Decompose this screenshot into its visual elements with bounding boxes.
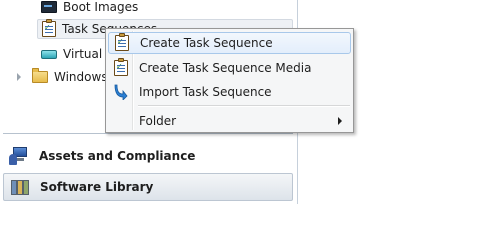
menu-item-label: Create Task Sequence	[140, 36, 273, 50]
tree-item-boot-images[interactable]: Boot Images	[41, 0, 138, 17]
workspace-label: Assets and Compliance	[39, 149, 196, 163]
menu-item-label: Create Task Sequence Media	[139, 61, 312, 75]
menu-item-label: Folder	[139, 114, 177, 128]
context-menu: ✓ Create Task Sequence ✓ Create Task Seq…	[105, 28, 354, 133]
menu-separator	[138, 105, 350, 107]
workspace-divider	[3, 133, 293, 134]
menu-item-create-task-sequence-media[interactable]: ✓ Create Task Sequence Media	[108, 57, 351, 79]
console-window: Boot Images ✓ Task Sequences Virtual Har…	[0, 0, 494, 204]
workspace-software-library[interactable]: Software Library	[3, 173, 293, 201]
virtual-hard-disk-icon	[41, 49, 57, 59]
menu-item-create-task-sequence[interactable]: ✓ Create Task Sequence	[108, 32, 351, 54]
submenu-arrow-icon	[338, 117, 342, 125]
workspace-assets-and-compliance[interactable]: Assets and Compliance	[3, 142, 293, 170]
folder-icon	[32, 68, 48, 83]
task-sequence-icon: ✓	[42, 19, 56, 37]
assets-and-compliance-icon	[9, 146, 31, 166]
import-arrow-icon	[114, 84, 128, 100]
tree-item-label: Boot Images	[63, 0, 139, 14]
workspace-label: Software Library	[40, 180, 154, 194]
task-sequence-media-icon: ✓	[114, 58, 128, 76]
expand-arrow-icon[interactable]	[17, 73, 21, 81]
boot-images-icon	[41, 1, 57, 13]
menu-item-import-task-sequence[interactable]: Import Task Sequence	[108, 81, 351, 103]
task-sequence-icon: ✓	[115, 33, 129, 51]
software-library-icon	[10, 177, 32, 197]
menu-item-label: Import Task Sequence	[139, 85, 272, 99]
menu-item-folder[interactable]: Folder	[108, 110, 351, 132]
